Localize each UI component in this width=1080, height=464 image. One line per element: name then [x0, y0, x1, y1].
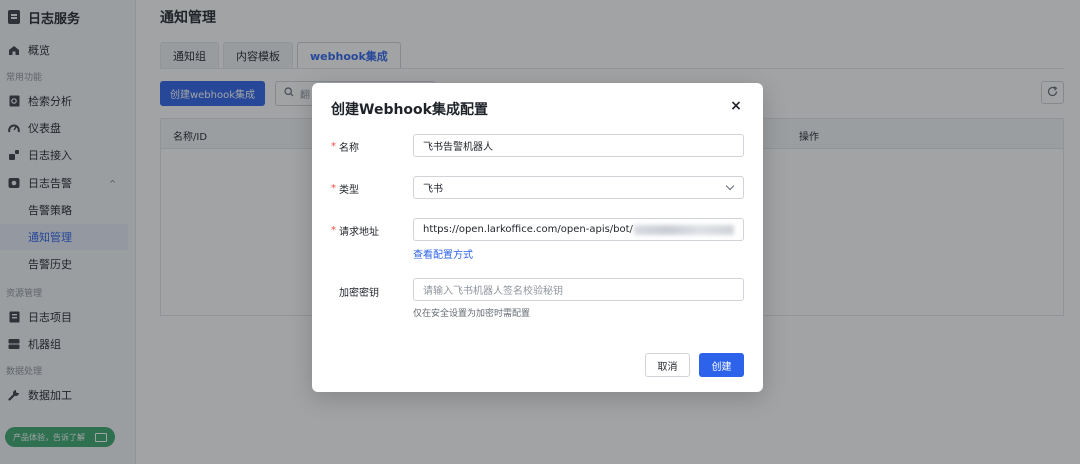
name-label-text: 名称 — [339, 143, 359, 154]
create-webhook-dialog: 创建Webhook集成配置 × * 名称 飞书告警机器人 * 类型 飞书 * 请… — [312, 83, 763, 392]
url-input-value: https://open.larkoffice.com/open-apis/bo… — [423, 224, 633, 235]
cancel-button[interactable]: 取消 — [645, 353, 690, 377]
url-label: * 请求地址 — [331, 223, 379, 238]
secret-label-text: 加密密钥 — [339, 288, 379, 299]
view-config-link[interactable]: 查看配置方式 — [413, 246, 473, 261]
secret-hint: 仅在安全设置为加密时需配置 — [413, 309, 531, 319]
secret-label: 加密密钥 — [339, 284, 379, 299]
secret-input-placeholder: 请输入飞书机器人签名校验秘钥 — [423, 286, 563, 297]
type-label: * 类型 — [331, 181, 359, 196]
required-asterisk: * — [331, 225, 336, 236]
name-input-value: 飞书告警机器人 — [423, 142, 493, 153]
type-label-text: 类型 — [339, 185, 359, 196]
url-input[interactable]: https://open.larkoffice.com/open-apis/bo… — [413, 218, 744, 241]
dialog-title: 创建Webhook集成配置 — [331, 102, 488, 118]
secret-input[interactable]: 请输入飞书机器人签名校验秘钥 — [413, 278, 744, 301]
close-icon[interactable]: × — [729, 99, 743, 113]
chevron-down-icon — [725, 181, 735, 191]
type-select-value: 飞书 — [423, 184, 443, 195]
type-select[interactable]: 飞书 — [413, 176, 744, 199]
required-asterisk: * — [331, 141, 336, 152]
url-label-text: 请求地址 — [339, 227, 379, 238]
name-label: * 名称 — [331, 139, 359, 154]
create-button[interactable]: 创建 — [699, 353, 744, 377]
redacted-token — [633, 224, 734, 235]
name-input[interactable]: 飞书告警机器人 — [413, 134, 744, 157]
required-asterisk: * — [331, 183, 336, 194]
